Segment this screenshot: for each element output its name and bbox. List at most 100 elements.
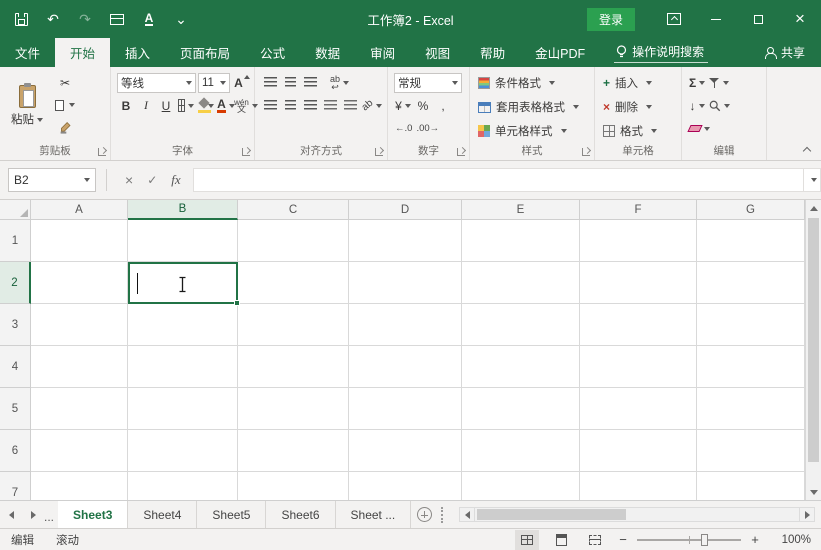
enter-button[interactable]: ✓ (147, 173, 157, 187)
cell-G4[interactable] (697, 346, 805, 388)
cell-D2[interactable] (349, 262, 462, 304)
row-header-2[interactable]: 2 (0, 262, 31, 304)
cell-E4[interactable] (462, 346, 580, 388)
sheet-nav-right-button[interactable] (22, 501, 44, 528)
column-header-C[interactable]: C (238, 200, 349, 220)
minimize-button[interactable] (695, 0, 737, 38)
ribbon-tab-6[interactable]: 视图 (410, 38, 465, 67)
scroll-down-button[interactable] (806, 484, 821, 500)
tell-me-search[interactable]: 操作说明搜索 (614, 43, 708, 63)
phonetic-guide-button[interactable]: wén文 (237, 96, 255, 116)
sheet-tab-5[interactable]: Sheet5 (197, 501, 266, 528)
cell-E7[interactable] (462, 472, 580, 500)
close-button[interactable]: × (779, 0, 821, 38)
align-right-button[interactable] (301, 96, 319, 116)
cut-button[interactable]: ✂ (54, 73, 76, 93)
cell-A7[interactable] (31, 472, 128, 500)
cell-F4[interactable] (580, 346, 697, 388)
cell-E3[interactable] (462, 304, 580, 346)
cell-C7[interactable] (238, 472, 349, 500)
sign-in-button[interactable]: 登录 (587, 8, 635, 31)
cell-styles-button[interactable]: 单元格样式 (476, 119, 590, 143)
hscroll-track[interactable] (475, 507, 799, 522)
insert-function-button[interactable]: fx (171, 172, 180, 188)
undo-button[interactable]: ↶ (44, 10, 62, 28)
cell-F2[interactable] (580, 262, 697, 304)
number-format-select[interactable]: 常规 (394, 73, 462, 93)
cell-C1[interactable] (238, 220, 349, 262)
copy-button[interactable] (54, 95, 76, 115)
align-top-button[interactable] (261, 73, 279, 93)
align-bottom-button[interactable] (301, 73, 319, 93)
collapse-ribbon-button[interactable] (803, 146, 811, 154)
cell-A3[interactable] (31, 304, 128, 346)
ribbon-tab-0[interactable]: 开始 (55, 38, 110, 67)
ribbon-tab-8[interactable]: 金山PDF (520, 38, 600, 67)
name-box[interactable]: B2 (8, 168, 96, 192)
sheet-tab-7[interactable]: Sheet ... (336, 501, 412, 528)
formula-input[interactable] (193, 168, 803, 192)
cell-G1[interactable] (697, 220, 805, 262)
zoom-level[interactable]: 100% (771, 534, 811, 546)
zoom-in-button[interactable]: + (749, 532, 761, 547)
cell-D4[interactable] (349, 346, 462, 388)
clear-button[interactable] (688, 119, 711, 139)
ribbon-display-options-button[interactable] (653, 0, 695, 38)
customize-view-button[interactable] (108, 10, 126, 28)
cancel-button[interactable]: × (125, 172, 133, 188)
qat-more-button[interactable]: ⌄ (172, 10, 190, 28)
cell-B7[interactable] (128, 472, 238, 500)
zoom-out-button[interactable]: − (617, 532, 629, 547)
delete-cells-button[interactable]: × 删除 (601, 95, 677, 119)
borders-button[interactable] (177, 96, 195, 116)
fill-handle[interactable] (234, 300, 240, 306)
column-header-A[interactable]: A (31, 200, 128, 220)
column-header-G[interactable]: G (697, 200, 805, 220)
cell-C5[interactable] (238, 388, 349, 430)
zoom-slider-thumb[interactable] (701, 534, 708, 546)
cell-A4[interactable] (31, 346, 128, 388)
share-button[interactable]: 共享 (748, 38, 821, 67)
percent-style-button[interactable]: % (414, 96, 432, 116)
row-header-7[interactable]: 7 (0, 472, 31, 500)
row-header-3[interactable]: 3 (0, 304, 31, 346)
ribbon-tab-2[interactable]: 页面布局 (165, 38, 245, 67)
styles-dialog-launcher-icon[interactable] (582, 148, 590, 156)
cell-G5[interactable] (697, 388, 805, 430)
row-header-4[interactable]: 4 (0, 346, 31, 388)
cell-D6[interactable] (349, 430, 462, 472)
cell-D1[interactable] (349, 220, 462, 262)
decrease-indent-button[interactable] (321, 96, 339, 116)
cell-F6[interactable] (580, 430, 697, 472)
find-select-button[interactable] (708, 96, 731, 116)
cell-C4[interactable] (238, 346, 349, 388)
cell-A1[interactable] (31, 220, 128, 262)
vertical-scroll-thumb[interactable] (808, 218, 819, 462)
ribbon-tab-1[interactable]: 插入 (110, 38, 165, 67)
sheet-tab-3[interactable]: Sheet3 (58, 501, 128, 528)
align-center-button[interactable] (281, 96, 299, 116)
cell-A5[interactable] (31, 388, 128, 430)
cell-C3[interactable] (238, 304, 349, 346)
sheet-nav-left-button[interactable] (0, 501, 22, 528)
horizontal-scroll-thumb[interactable] (477, 509, 626, 520)
font-color-button[interactable]: A (217, 96, 235, 116)
cell-F1[interactable] (580, 220, 697, 262)
cell-F5[interactable] (580, 388, 697, 430)
cell-D5[interactable] (349, 388, 462, 430)
cell-F3[interactable] (580, 304, 697, 346)
orientation-button[interactable]: ab (361, 96, 383, 116)
format-cells-button[interactable]: 格式 (601, 119, 677, 143)
select-all-button[interactable] (0, 200, 31, 220)
cell-B4[interactable] (128, 346, 238, 388)
normal-view-button[interactable] (515, 530, 539, 550)
column-header-D[interactable]: D (349, 200, 462, 220)
maximize-button[interactable] (737, 0, 779, 38)
ribbon-tab-3[interactable]: 公式 (245, 38, 300, 67)
sort-filter-button[interactable] (708, 73, 730, 93)
increase-indent-button[interactable] (341, 96, 359, 116)
active-cell-B2[interactable] (128, 262, 238, 304)
cell-A2[interactable] (31, 262, 128, 304)
page-break-view-button[interactable] (583, 530, 607, 550)
fill-button[interactable]: ↓ (688, 96, 706, 116)
